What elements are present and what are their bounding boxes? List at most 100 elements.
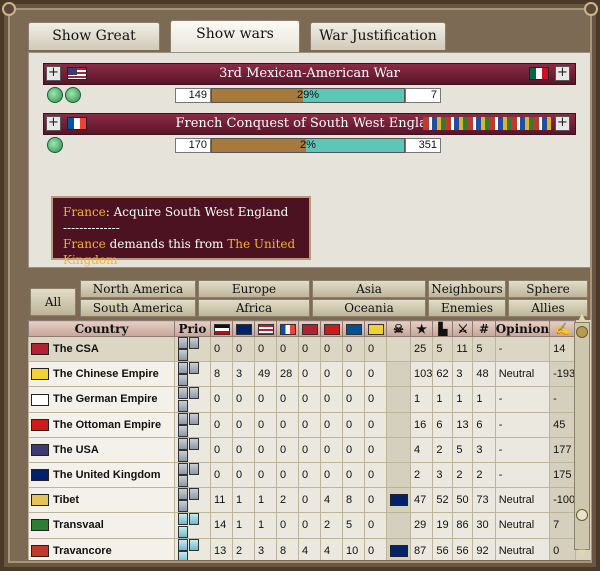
filter-africa[interactable]: Africa xyxy=(198,299,310,317)
scroll-down-icon[interactable]: ▼ xyxy=(575,549,589,559)
country-cell[interactable]: The German Empire xyxy=(28,386,175,413)
header-china-flag-icon[interactable] xyxy=(364,320,387,337)
filter-all[interactable]: All xyxy=(30,288,76,316)
prio-box-icon[interactable] xyxy=(178,424,188,437)
table-row[interactable]: The German Empire 0 0 0 0 0 0 0 0 1 1 1 1- - xyxy=(28,386,577,413)
header-prestige-icon[interactable]: ★ xyxy=(409,320,434,337)
prio-box-icon[interactable] xyxy=(178,349,188,362)
relation-value: 0 xyxy=(364,512,387,539)
header-prio[interactable]: Prio xyxy=(174,320,211,337)
prio-cell[interactable] xyxy=(174,335,211,363)
header-relation-icon[interactable]: ☠ xyxy=(386,320,411,337)
prio-cell[interactable] xyxy=(174,512,211,539)
header-military-icon[interactable]: ⚔ xyxy=(452,320,474,337)
prio-cell[interactable] xyxy=(174,361,211,388)
tab-great-powers[interactable]: Show Great Powers xyxy=(28,22,160,70)
country-cell[interactable]: The USA xyxy=(28,436,175,463)
country-cell[interactable]: Tibet xyxy=(28,487,175,514)
war-title-bar[interactable]: 3rd Mexican-American War xyxy=(43,63,576,85)
prio-cell[interactable] xyxy=(174,436,211,463)
header-influence-icon[interactable]: ✍ xyxy=(549,320,577,337)
prio-box-icon[interactable] xyxy=(189,463,199,476)
table-row[interactable]: Travancore 13 2 3 8 4 4 10 0 87 56 56 92 Neutral 0 xyxy=(28,537,577,560)
prio-box-icon[interactable] xyxy=(178,449,188,462)
country-cell[interactable]: The CSA xyxy=(28,335,175,363)
prio-box-icon[interactable] xyxy=(189,488,199,501)
prio-box-icon[interactable] xyxy=(189,412,199,425)
prio-cell[interactable] xyxy=(174,487,211,514)
header-usa-flag-icon[interactable] xyxy=(254,320,277,337)
prio-box-icon[interactable] xyxy=(178,488,188,501)
header-ottoman-flag-icon[interactable] xyxy=(320,320,343,337)
scroll-thumb[interactable] xyxy=(576,326,588,338)
prio-box-icon[interactable] xyxy=(189,437,199,450)
prio-cell[interactable] xyxy=(174,411,211,438)
prio-box-icon[interactable] xyxy=(189,337,199,350)
header-germany-flag-icon[interactable] xyxy=(210,320,233,337)
filter-neighbours[interactable]: Neighbours xyxy=(428,280,506,298)
country-cell[interactable]: Transvaal xyxy=(28,512,175,539)
header-france-flag-icon[interactable] xyxy=(276,320,299,337)
filter-asia[interactable]: Asia xyxy=(312,280,426,298)
relation-value: 0 xyxy=(210,335,233,363)
prio-cell[interactable] xyxy=(174,386,211,413)
prio-cell[interactable] xyxy=(174,461,211,489)
filter-europe[interactable]: Europe xyxy=(198,280,310,298)
table-row[interactable]: The USA 0 0 0 0 0 0 0 0 4 2 5 3-177 xyxy=(28,436,577,463)
table-row[interactable]: The United Kingdom 0 0 0 0 0 0 0 0 2 3 2 2-175 xyxy=(28,461,577,489)
prio-box-icon[interactable] xyxy=(178,463,188,476)
prio-box-icon[interactable] xyxy=(178,362,188,375)
table-row[interactable]: The Ottoman Empire 0 0 0 0 0 0 0 0 16 6 13 6-45 xyxy=(28,411,577,438)
header-industry-icon[interactable]: ▙ xyxy=(432,320,454,337)
expand-attackers-button[interactable]: + xyxy=(46,66,61,81)
prio-box-icon[interactable] xyxy=(178,475,188,488)
table-scrollbar[interactable]: ▲ ▼ xyxy=(574,313,590,559)
expand-defenders-button[interactable]: + xyxy=(555,66,570,81)
influence-value: 14 xyxy=(549,335,577,363)
prio-box-icon[interactable] xyxy=(178,399,188,412)
table-row[interactable]: The Chinese Empire 8 3 49 28 0 0 0 0 103 62 3 48 Neut… xyxy=(28,361,577,388)
table-row[interactable]: Tibet 11 1 1 2 0 4 8 0 47 52 50 73 Neutral -100 xyxy=(28,487,577,514)
prio-box-icon[interactable] xyxy=(178,550,188,560)
prio-box-icon[interactable] xyxy=(178,337,188,350)
country-cell[interactable]: The Chinese Empire xyxy=(28,361,175,388)
prio-box-icon[interactable] xyxy=(189,387,199,400)
prio-box-icon[interactable] xyxy=(178,412,188,425)
header-opinion[interactable]: Opinion xyxy=(494,320,551,337)
filter-sphere[interactable]: Sphere xyxy=(508,280,588,298)
country-cell[interactable]: The Ottoman Empire xyxy=(28,411,175,438)
tab-wars[interactable]: Show wars xyxy=(170,20,300,52)
prio-box-icon[interactable] xyxy=(189,362,199,375)
prio-box-icon[interactable] xyxy=(178,513,188,526)
scroll-up-icon[interactable]: ▲ xyxy=(575,313,589,323)
country-cell[interactable]: Travancore xyxy=(28,537,175,560)
relation-value: 2 xyxy=(276,487,299,514)
filter-oceania[interactable]: Oceania xyxy=(312,299,426,317)
header-csa-flag-icon[interactable] xyxy=(298,320,321,337)
prio-box-icon[interactable] xyxy=(178,387,188,400)
filter-enemies[interactable]: Enemies xyxy=(428,299,506,317)
header-sweden-flag-icon[interactable] xyxy=(342,320,365,337)
header-rank[interactable]: # xyxy=(472,320,496,337)
prio-box-icon[interactable] xyxy=(178,525,188,538)
tab-war-justification[interactable]: War Justification xyxy=(310,22,446,50)
relation-value: 0 xyxy=(276,386,299,413)
prio-box-icon[interactable] xyxy=(178,374,188,387)
header-country[interactable]: Country xyxy=(28,320,175,337)
stat-value: 62 xyxy=(432,361,454,388)
expand-defenders-button[interactable]: + xyxy=(555,116,570,131)
header-uk-flag-icon[interactable] xyxy=(232,320,255,337)
table-row[interactable]: Transvaal 14 1 1 0 0 2 5 0 29 19 86 30 Neutral 7 xyxy=(28,512,577,539)
prio-box-icon[interactable] xyxy=(189,513,199,526)
prio-box-icon[interactable] xyxy=(189,538,199,551)
prio-cell[interactable] xyxy=(174,537,211,560)
table-row[interactable]: The CSA 0 0 0 0 0 0 0 0 25 5 11 5-14 xyxy=(28,335,577,363)
filter-north-america[interactable]: North America xyxy=(80,280,196,298)
prio-box-icon[interactable] xyxy=(178,437,188,450)
filter-south-america[interactable]: South America xyxy=(80,299,196,317)
prio-box-icon[interactable] xyxy=(178,538,188,551)
scroll-bottom-thumb[interactable] xyxy=(576,509,588,521)
prio-box-icon[interactable] xyxy=(178,500,188,513)
country-cell[interactable]: The United Kingdom xyxy=(28,461,175,489)
expand-attackers-button[interactable]: + xyxy=(46,116,61,131)
